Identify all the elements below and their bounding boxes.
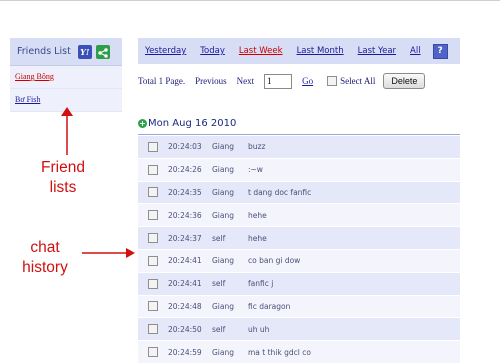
message-time: 20:24:50 — [168, 324, 202, 334]
message-row: 20:24:37 self hehe — [138, 227, 460, 250]
message-time: 20:24:26 — [168, 165, 202, 175]
message-checkbox[interactable] — [148, 301, 158, 312]
message-sender: Giang — [212, 142, 235, 152]
filter-last-year[interactable]: Last Year — [358, 46, 396, 56]
message-sender: Giang — [212, 301, 235, 311]
message-checkbox[interactable] — [148, 278, 158, 289]
message-list: 20:24:03 Giang buzz 20:24:26 Giang :~w 20:24:3… — [138, 136, 460, 364]
message-time: 20:24:59 — [168, 347, 202, 357]
friend-item: Giang Bông — [10, 66, 122, 89]
message-sender: self — [212, 324, 226, 334]
date-group-label: Mon Aug 16 2010 — [148, 118, 237, 129]
select-all-label: Select All — [340, 76, 376, 86]
page-summary: Total 1 Page. — [138, 76, 186, 86]
sidebar-title: Friends List — [17, 46, 71, 57]
message-time: 20:24:37 — [168, 233, 202, 243]
filter-today[interactable]: Today — [200, 46, 225, 56]
message-time: 20:24:48 — [168, 301, 202, 311]
message-sender: Giang — [212, 187, 235, 197]
message-checkbox[interactable] — [148, 255, 158, 266]
select-all-box[interactable] — [327, 76, 338, 86]
message-sender: Giang — [212, 347, 235, 357]
message-row: 20:24:35 Giang t dang doc fanfic — [138, 181, 460, 205]
date-group-header[interactable]: + Mon Aug 16 2010 — [138, 113, 460, 135]
message-text: :~w — [248, 165, 263, 175]
message-text: fanfic j — [248, 279, 274, 289]
message-sender: Giang — [212, 165, 235, 175]
filter-all[interactable]: All — [410, 46, 421, 56]
message-row: 20:24:41 Giang co ban gi dow — [138, 249, 460, 273]
message-sender: self — [212, 233, 226, 243]
message-time: 20:24:41 — [168, 256, 202, 266]
message-text: hehe — [248, 233, 267, 243]
message-time: 20:24:03 — [168, 142, 202, 152]
message-checkbox[interactable] — [148, 141, 158, 152]
message-text: t dang doc fanfic — [248, 187, 312, 197]
delete-button[interactable]: Delete — [383, 73, 426, 89]
help-button[interactable]: ? — [432, 43, 448, 59]
message-text: uh uh — [248, 324, 270, 334]
message-sender: Giang — [212, 256, 235, 266]
message-row: 20:24:59 Giang ma t thik gdcl co — [138, 341, 460, 364]
message-row: 20:24:03 Giang buzz — [138, 136, 460, 159]
sidebar-header: Friends List Y! — [10, 38, 122, 66]
message-text: ma t thik gdcl co — [248, 347, 311, 357]
message-sender: self — [212, 279, 226, 289]
friend-lists-annotation: Friend lists — [41, 159, 85, 196]
message-text: fic daragon — [248, 301, 291, 311]
message-time: 20:24:36 — [168, 210, 202, 220]
message-text: buzz — [248, 142, 266, 152]
chat-history-arrowhead — [126, 248, 135, 258]
filter-yesterday[interactable]: Yesterday — [145, 46, 186, 56]
message-checkbox[interactable] — [148, 187, 158, 198]
message-text: hehe — [248, 210, 267, 220]
go-link[interactable]: Go — [302, 76, 313, 86]
friend-item: Bơ Fish — [10, 89, 122, 112]
share-icon[interactable] — [95, 44, 110, 59]
expand-plus-icon[interactable]: + — [138, 119, 147, 128]
select-all-checkbox[interactable]: Select All — [327, 76, 375, 86]
message-checkbox[interactable] — [148, 210, 158, 221]
message-checkbox[interactable] — [148, 164, 158, 175]
message-time: 20:24:35 — [168, 187, 202, 197]
top-divider — [0, 0, 500, 1]
date-filter-bar: Yesterday Today Last Week Last Month Las… — [138, 38, 460, 64]
friend-link-giang-bong[interactable]: Giang Bông — [10, 66, 122, 88]
filter-last-week[interactable]: Last Week — [239, 46, 283, 56]
history-panel: Yesterday Today Last Week Last Month Las… — [138, 38, 460, 364]
message-checkbox[interactable] — [148, 324, 158, 335]
message-row: 20:24:26 Giang :~w — [138, 158, 460, 182]
filter-last-month[interactable]: Last Month — [297, 46, 344, 56]
message-checkbox[interactable] — [148, 233, 158, 244]
messenger-icon[interactable]: Y! — [77, 44, 92, 59]
message-row: 20:24:48 Giang fic daragon — [138, 295, 460, 319]
message-text: co ban gi dow — [248, 256, 301, 266]
chat-history-annotation: chat history — [22, 239, 68, 276]
page-number-input[interactable] — [264, 73, 293, 89]
message-time: 20:24:41 — [168, 279, 202, 289]
message-sender: Giang — [212, 210, 235, 220]
message-checkbox[interactable] — [148, 347, 158, 358]
message-row: 20:24:50 self uh uh — [138, 318, 460, 342]
previous-link[interactable]: Previous — [195, 76, 227, 86]
next-link[interactable]: Next — [237, 76, 255, 86]
pager-bar: Total 1 Page. Previous Next Go Select Al… — [138, 70, 460, 92]
message-row: 20:24:41 self fanfic j — [138, 272, 460, 296]
friend-link-bo-fish[interactable]: Bơ Fish — [10, 89, 122, 111]
message-row: 20:24:36 Giang hehe — [138, 204, 460, 228]
friends-sidebar: Friends List Y! Giang Bông Bơ Fish — [10, 38, 122, 112]
